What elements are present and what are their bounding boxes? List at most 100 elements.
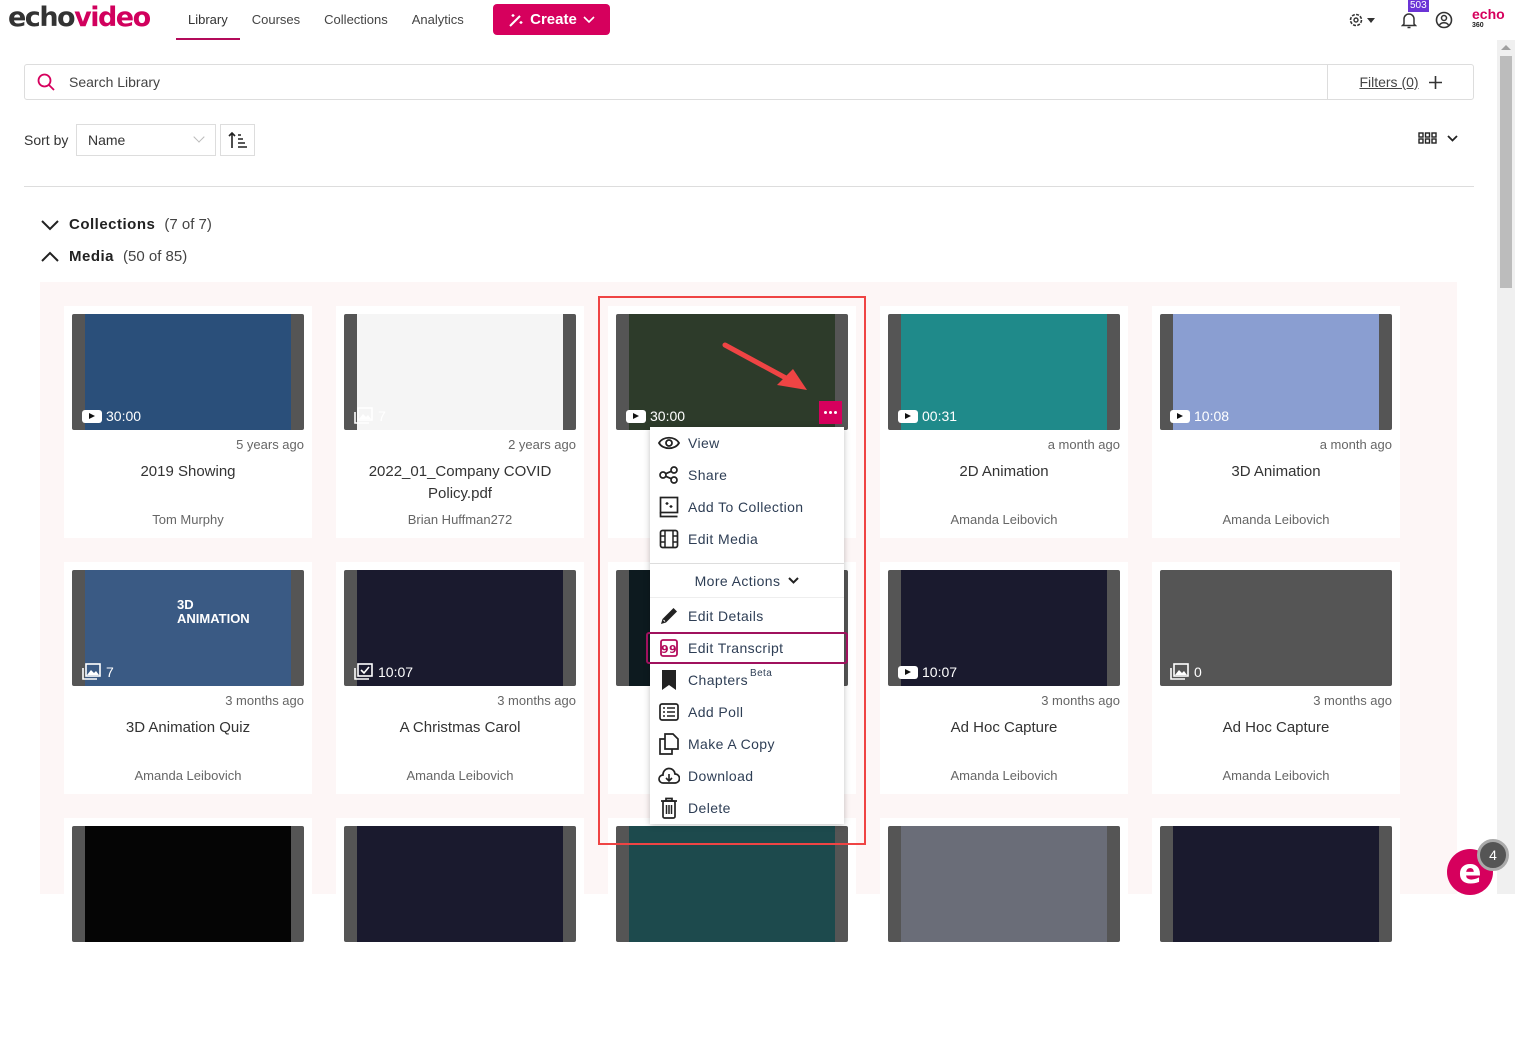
menu-item-delete[interactable]: Delete (650, 792, 844, 824)
media-title[interactable]: 2019 Showing (74, 461, 302, 483)
menu-item-edit-transcript[interactable]: 99 Edit Transcript (646, 632, 848, 664)
media-thumbnail[interactable] (888, 826, 1120, 942)
sort-selected-value: Name (88, 132, 126, 148)
media-date: 5 years ago (236, 437, 304, 452)
nav-library[interactable]: Library (176, 0, 240, 40)
media-card[interactable]: 10:08 a month ago 3D Animation Amanda Leibo… (1152, 306, 1400, 538)
bookmark-icon (662, 670, 676, 690)
view-mode-toggle[interactable] (1418, 132, 1458, 144)
menu-item-add-to-collection[interactable]: Add To Collection (650, 491, 844, 523)
media-date: 2 years ago (508, 437, 576, 452)
media-title[interactable]: A Christmas Carol (346, 717, 574, 739)
sort-select[interactable]: Name (76, 124, 216, 156)
nav-collections[interactable]: Collections (312, 0, 400, 40)
divider (24, 186, 1474, 187)
media-thumbnail[interactable]: 10:07 (344, 570, 576, 686)
media-owner: Amanda Leibovich (134, 768, 242, 783)
beta-badge: Beta (750, 668, 773, 679)
chevron-up-icon (41, 251, 59, 262)
sort-direction-button[interactable] (220, 124, 255, 156)
badge-text: 0 (1194, 663, 1202, 680)
create-button[interactable]: Create (493, 4, 610, 35)
filters-button[interactable]: Filters (0) (1327, 65, 1473, 99)
thumbnail-image (85, 570, 291, 686)
menu-item-make-a-copy[interactable]: Make A Copy (650, 728, 844, 760)
bell-icon[interactable] (1401, 11, 1417, 29)
gear-icon (1349, 13, 1363, 27)
media-card[interactable]: 00:31 a month ago 2D Animation Amanda Leibo… (880, 306, 1128, 538)
media-thumbnail[interactable]: 0 (1160, 570, 1392, 686)
menu-item-edit-details[interactable]: Edit Details (650, 600, 844, 632)
media-badge: 00:31 (898, 408, 957, 424)
chevron-down-icon (193, 131, 205, 143)
nav-courses[interactable]: Courses (240, 0, 312, 40)
media-thumbnail[interactable] (1160, 826, 1392, 942)
media-card[interactable] (1152, 818, 1400, 1050)
sort-by-label: Sort by (24, 132, 69, 148)
media-card[interactable]: 10:07 3 months ago Ad Hoc Capture Amanda Le… (880, 562, 1128, 794)
search-icon (37, 73, 55, 91)
play-icon (1170, 409, 1190, 423)
main-nav: Library Courses Collections Analytics (176, 0, 476, 40)
collections-section-toggle[interactable]: Collections (7 of 7) (40, 216, 212, 233)
menu-item-add-poll[interactable]: Add Poll (650, 696, 844, 728)
settings-menu[interactable] (1348, 12, 1375, 28)
media-card[interactable]: 3D ANIMATION 7 3 months ago 3D Animation Qu… (64, 562, 312, 794)
echovideo-logo[interactable]: echovideo (8, 2, 151, 33)
chevron-down-icon (788, 577, 800, 584)
badge-text: 7 (106, 663, 114, 680)
media-thumbnail[interactable] (344, 826, 576, 942)
media-thumbnail[interactable]: 00:31 (888, 314, 1120, 430)
menu-item-view[interactable]: View (650, 427, 844, 459)
menu-item-chapters[interactable]: Chapters Beta (650, 664, 844, 696)
media-card[interactable]: 10:07 3 months ago A Christmas Carol Amanda… (336, 562, 584, 794)
media-thumbnail[interactable] (72, 826, 304, 942)
page-scrollbar[interactable] (1497, 40, 1515, 894)
more-actions-toggle[interactable]: More Actions (650, 564, 844, 598)
media-badge: 10:07 (354, 663, 413, 680)
poll-list-icon (659, 703, 679, 721)
media-title[interactable]: Ad Hoc Capture (1162, 717, 1390, 739)
media-title[interactable]: 3D Animation Quiz (74, 717, 302, 739)
media-card[interactable] (880, 818, 1128, 1050)
pencil-icon (661, 608, 677, 624)
collections-heading: Collections (69, 216, 156, 233)
media-thumbnail[interactable]: 3D ANIMATION 7 (72, 570, 304, 686)
media-card[interactable] (608, 818, 856, 1050)
media-title[interactable]: Ad Hoc Capture (890, 717, 1118, 739)
media-card[interactable] (64, 818, 312, 1050)
search-input[interactable] (69, 65, 1319, 99)
thumbnail-image (357, 826, 563, 942)
notification-badge: 503 (1408, 0, 1429, 12)
media-card[interactable]: 0 3 months ago Ad Hoc Capture Amanda Leibov… (1152, 562, 1400, 794)
media-owner: Brian Huffman272 (407, 512, 513, 527)
grid-view-icon (1418, 132, 1437, 144)
menu-item-download[interactable]: Download (650, 760, 844, 792)
thumbnail-image (85, 826, 291, 942)
media-title[interactable]: 3D Animation (1162, 461, 1390, 483)
media-card[interactable] (336, 818, 584, 1050)
media-card[interactable]: 30:00 5 years ago 2019 Showing Tom Murphy (64, 306, 312, 538)
scroll-thumb[interactable] (1500, 56, 1512, 288)
copy-icon (659, 733, 679, 755)
scroll-up-arrow-icon[interactable] (1501, 45, 1511, 50)
magic-wand-icon (509, 13, 523, 27)
media-thumbnail[interactable]: 7 (344, 314, 576, 430)
media-thumbnail[interactable]: 10:08 (1160, 314, 1392, 430)
media-badge: 0 (1170, 663, 1202, 680)
media-thumbnail[interactable]: 30:00 (72, 314, 304, 430)
caret-down-icon (1367, 17, 1375, 23)
media-thumbnail[interactable]: 10:07 (888, 570, 1120, 686)
media-card[interactable]: 7 2 years ago 2022_01_Company COVID Policy… (336, 306, 584, 538)
media-title[interactable]: 2D Animation (890, 461, 1118, 483)
media-section-toggle[interactable]: Media (50 of 85) (40, 248, 187, 265)
nav-analytics[interactable]: Analytics (400, 0, 476, 40)
media-badge: 7 (82, 663, 114, 680)
media-date: 3 months ago (1313, 693, 1392, 708)
menu-item-share[interactable]: Share (650, 459, 844, 491)
media-title[interactable]: 2022_01_Company COVID Policy.pdf (346, 461, 574, 505)
menu-item-edit-media[interactable]: Edit Media (650, 523, 844, 555)
user-account-icon[interactable] (1435, 11, 1453, 29)
plus-icon (1428, 75, 1442, 89)
media-badge: 7 (354, 407, 386, 424)
